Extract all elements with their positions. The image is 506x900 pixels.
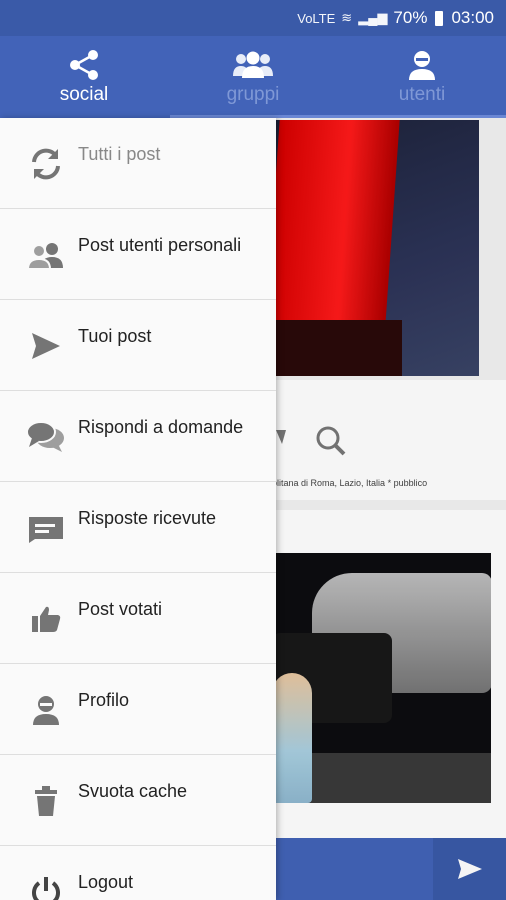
- chat-bubbles-icon: [26, 417, 66, 457]
- battery-icon: [435, 10, 444, 26]
- drawer-item-rispondi-a-domande[interactable]: Rispondi a domande: [0, 391, 276, 482]
- drawer-scrim[interactable]: [276, 118, 506, 900]
- tab-social-label: social: [59, 84, 109, 105]
- tab-utenti-label: utenti: [398, 84, 446, 105]
- battery-percent: 70%: [393, 8, 428, 27]
- drawer-item-label: Svuota cache: [78, 781, 188, 801]
- drawer-item-logout[interactable]: Logout: [0, 846, 276, 900]
- tab-gruppi[interactable]: gruppi: [169, 36, 337, 118]
- clock: 03:00: [451, 8, 494, 27]
- profile-icon: [26, 690, 66, 730]
- tab-utenti[interactable]: utenti: [338, 36, 506, 118]
- navigation-drawer: Tutti i post Post utenti personali Tuoi …: [0, 118, 276, 900]
- drawer-item-label: Post utenti personali: [78, 235, 242, 255]
- drawer-item-risposte-ricevute[interactable]: Risposte ricevute: [0, 482, 276, 573]
- signal-icon: ▂▄▆: [358, 10, 388, 25]
- refresh-icon: [26, 144, 66, 184]
- drawer-item-post-votati[interactable]: Post votati: [0, 573, 276, 664]
- trash-icon: [26, 781, 66, 821]
- drawer-item-tutti-i-post[interactable]: Tutti i post: [0, 118, 276, 209]
- send-icon: [26, 326, 66, 366]
- drawer-item-tuoi-post[interactable]: Tuoi post: [0, 300, 276, 391]
- thumbs-up-icon: [26, 599, 66, 639]
- drawer-item-post-utenti-personali[interactable]: Post utenti personali: [0, 209, 276, 300]
- drawer-item-svuota-cache[interactable]: Svuota cache: [0, 755, 276, 846]
- volte-icon: VoLTE: [297, 10, 336, 26]
- message-icon: [26, 508, 66, 548]
- drawer-item-profilo[interactable]: Profilo: [0, 664, 276, 755]
- tab-gruppi-label: gruppi: [226, 84, 280, 105]
- users-icon: [26, 235, 66, 275]
- share-icon: [67, 48, 101, 82]
- wifi-icon: ≋: [341, 10, 353, 25]
- drawer-item-label: Rispondi a domande: [78, 417, 244, 437]
- tab-social[interactable]: social: [0, 36, 168, 118]
- app-bar: social gruppi utenti: [0, 36, 506, 118]
- user-icon: [407, 48, 437, 82]
- status-bar: VoLTE ≋ ▂▄▆ 70% 03:00: [0, 0, 506, 36]
- drawer-item-label: Tutti i post: [78, 144, 161, 164]
- drawer-item-label: Tuoi post: [78, 326, 152, 346]
- drawer-item-label: Profilo: [78, 690, 130, 710]
- power-icon: [26, 872, 66, 900]
- drawer-item-label: Risposte ricevute: [78, 508, 217, 528]
- drawer-item-label: Post votati: [78, 599, 163, 619]
- group-icon: [231, 48, 275, 82]
- drawer-item-label: Logout: [78, 872, 134, 892]
